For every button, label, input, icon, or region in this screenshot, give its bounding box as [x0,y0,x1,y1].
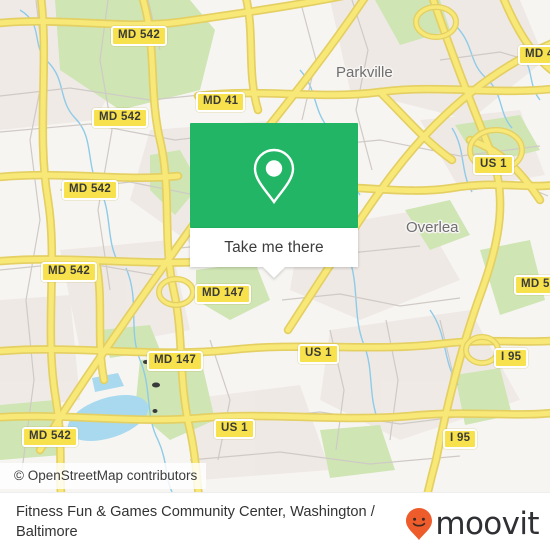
page-footer: Fitness Fun & Games Community Center, Wa… [0,492,550,550]
place-label-parkville: Parkville [336,64,393,81]
map-attribution[interactable]: © OpenStreetMap contributors [0,463,207,489]
road-shield-md542-3[interactable]: MD 542 [62,180,119,200]
road-shield-us1-3[interactable]: US 1 [214,419,255,439]
map-screenshot: Parkville Overlea MD 542 MD 41 MD 542 MD… [0,0,550,550]
moovit-pin-icon [406,508,433,540]
popup-footer[interactable]: Take me there [190,228,358,278]
popup-header [190,123,358,228]
road-shield-md41[interactable]: MD 41 [196,92,246,112]
road-shield-md542-1[interactable]: MD 542 [111,26,168,46]
road-shield-us1-2[interactable]: US 1 [298,344,339,364]
location-caption: Fitness Fun & Games Community Center, Wa… [16,504,375,540]
road-shield-md43[interactable]: MD 43 [518,45,550,65]
road-shield-us1-1[interactable]: US 1 [473,155,514,175]
road-shield-md542-2[interactable]: MD 542 [92,108,149,128]
map-pin-icon [253,148,295,204]
road-shield-md588[interactable]: MD 588 [514,275,550,295]
take-me-there-label: Take me there [224,238,324,256]
road-shield-md147-1[interactable]: MD 147 [195,284,252,304]
location-popup[interactable]: Take me there [190,123,358,278]
road-shield-i95-2[interactable]: I 95 [443,429,478,449]
road-shield-md542-4[interactable]: MD 542 [41,262,98,282]
popup-tail [263,267,285,278]
road-shield-md542-5[interactable]: MD 542 [22,427,79,447]
moovit-wordmark: moovit [435,505,539,542]
moovit-logo[interactable]: moovit [404,505,540,542]
place-label-overlea: Overlea [406,219,459,236]
map-canvas[interactable]: Parkville Overlea MD 542 MD 41 MD 542 MD… [0,0,550,492]
road-shield-md147-2[interactable]: MD 147 [147,351,204,371]
road-shield-i95-1[interactable]: I 95 [494,348,529,368]
